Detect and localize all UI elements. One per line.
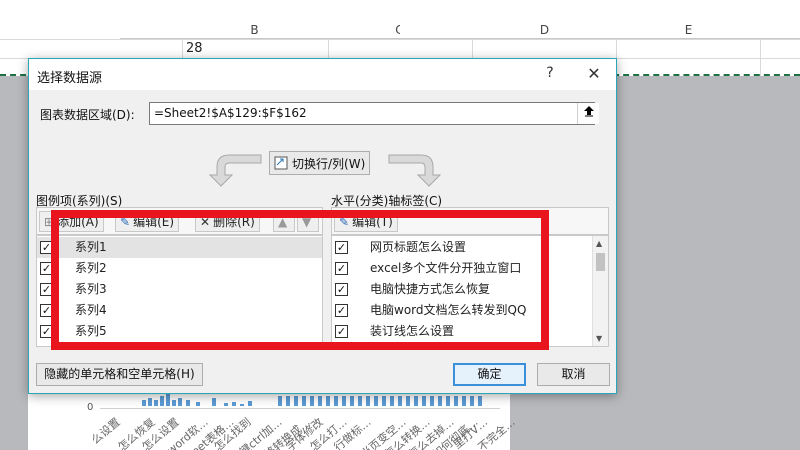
- chart-bar: [166, 394, 170, 406]
- axis-labels-scrollbar[interactable]: ▲ ▼: [592, 236, 608, 346]
- chart-bar: [186, 400, 190, 406]
- scroll-thumb[interactable]: [596, 253, 605, 271]
- chart-bar: [350, 396, 354, 406]
- chart-bar: [294, 396, 298, 406]
- ok-button[interactable]: 确定: [453, 363, 526, 386]
- column-header-e[interactable]: E: [560, 21, 800, 39]
- chart-bar: [148, 398, 152, 406]
- chart-bar: [224, 403, 228, 406]
- chart-data-range-input[interactable]: =Sheet2!$A$129:$F$162: [149, 102, 595, 125]
- cell-b-value[interactable]: 28: [186, 40, 203, 58]
- chart-plot-area-bottom: [510, 388, 800, 450]
- chart-plot-area-left: [0, 76, 28, 450]
- switch-row-column-label: 切换行/列(W): [292, 156, 366, 171]
- chart-bar: [318, 396, 322, 406]
- hidden-empty-cells-button[interactable]: 隐藏的单元格和空单元格(H): [36, 363, 203, 386]
- chart-bar: [446, 396, 450, 406]
- scroll-down-icon[interactable]: ▼: [596, 334, 602, 343]
- chart-bar: [342, 396, 346, 406]
- chart-bar: [240, 404, 244, 406]
- chart-bar: [398, 396, 402, 406]
- chart-bar: [374, 396, 378, 406]
- switch-row-column-icon: [274, 156, 288, 170]
- switch-row-column-button[interactable]: 切换行/列(W): [269, 151, 370, 175]
- chart-bar: [172, 400, 176, 406]
- chart-bar: [470, 396, 474, 406]
- chart-bar: [430, 396, 434, 406]
- close-icon[interactable]: ✕: [583, 64, 605, 84]
- chart-bar: [358, 396, 362, 406]
- chart-bar: [196, 402, 200, 406]
- chart-bar: [382, 396, 386, 406]
- chart-bar: [422, 396, 426, 406]
- chart-x-labels: 么设置 怎么恢复 怎么设置 word软… eet表格… 怎么找到 键ctrl加… 格转换成… 字…: [72, 410, 518, 450]
- chart-bar: [286, 396, 290, 406]
- chart-x-axis: [100, 408, 500, 409]
- chart-bar: [478, 396, 482, 406]
- chart-bar: [160, 396, 164, 406]
- chart-bar: [462, 396, 466, 406]
- chart-bar: [438, 396, 442, 406]
- chart-bar: [414, 396, 418, 406]
- chart-bar: [454, 396, 458, 406]
- switch-right-arrow-icon: [388, 154, 442, 187]
- help-icon[interactable]: ?: [541, 65, 559, 83]
- scroll-up-icon[interactable]: ▲: [596, 239, 602, 248]
- highlight-annotation-frame: [51, 210, 549, 350]
- switch-left-arrow-icon: [208, 154, 262, 187]
- cancel-button[interactable]: 取消: [537, 363, 610, 386]
- chart-bar: [406, 396, 410, 406]
- chart-bar: [154, 400, 158, 406]
- chart-bar: [278, 396, 282, 406]
- dialog-titlebar[interactable]: 选择数据源 ? ✕: [29, 59, 616, 90]
- chart-bar: [366, 396, 370, 406]
- chart-bar: [248, 401, 252, 406]
- chart-bar: [142, 400, 146, 406]
- chart-bar: [232, 402, 236, 406]
- chart-data-range-label: 图表数据区域(D):: [40, 108, 135, 122]
- collapse-arrow-icon: [583, 106, 594, 117]
- chart-bar: [334, 396, 338, 406]
- chart-bar: [326, 396, 330, 406]
- chart-bar: [390, 396, 394, 406]
- grid-line: [0, 39, 800, 40]
- chart-bar: [212, 398, 216, 406]
- chart-bar: [310, 396, 314, 406]
- range-collapse-button[interactable]: [577, 103, 599, 124]
- chart-bar: [302, 396, 306, 406]
- chart-plot-area-right: [617, 76, 800, 388]
- chart-bar: [178, 398, 182, 406]
- dialog-title: 选择数据源: [37, 71, 103, 86]
